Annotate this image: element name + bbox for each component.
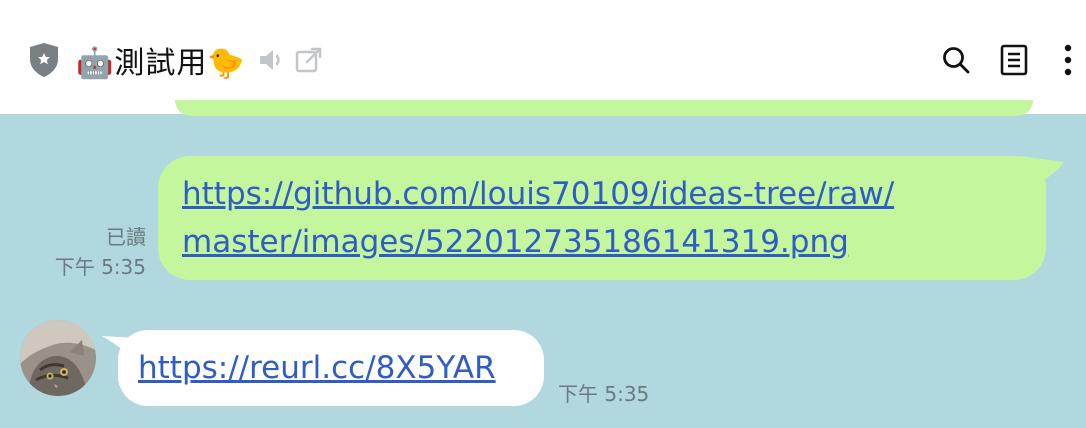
chat-title-group: 🤖測試用🐤 bbox=[28, 38, 324, 82]
mute-icon bbox=[259, 50, 280, 70]
external-link-icon[interactable] bbox=[294, 45, 324, 75]
notes-button[interactable] bbox=[992, 36, 1036, 84]
incoming-message-timestamp: 下午 5:35 bbox=[558, 382, 650, 406]
shield-icon[interactable] bbox=[28, 42, 60, 78]
previous-message-bubble bbox=[175, 100, 1033, 116]
message-timestamp: 下午 5:35 bbox=[54, 255, 146, 279]
outgoing-message-bubble[interactable]: https://github.com/louis70109/ideas-tree… bbox=[158, 156, 1046, 280]
message-link-line-1[interactable]: https://github.com/louis70109/ideas-tree… bbox=[182, 170, 1022, 218]
read-receipt: 已讀 bbox=[106, 225, 146, 249]
cat-avatar-image bbox=[20, 320, 96, 396]
avatar[interactable] bbox=[20, 320, 96, 396]
search-button[interactable] bbox=[934, 36, 978, 84]
message-link-line-2[interactable]: master/images/522012735186141319.png bbox=[182, 218, 1022, 266]
outgoing-message-meta: 已讀 下午 5:35 bbox=[55, 222, 146, 282]
incoming-message-bubble[interactable]: https://reurl.cc/8X5YAR bbox=[118, 330, 544, 406]
search-icon bbox=[943, 47, 970, 74]
chat-header: 🤖測試用🐤 bbox=[0, 0, 1086, 114]
more-vertical-icon bbox=[1064, 44, 1072, 76]
more-button[interactable] bbox=[1050, 36, 1086, 84]
notes-icon bbox=[1000, 44, 1028, 76]
incoming-message-link[interactable]: https://reurl.cc/8X5YAR bbox=[138, 344, 524, 392]
chat-title[interactable]: 🤖測試用🐤 bbox=[76, 38, 246, 82]
